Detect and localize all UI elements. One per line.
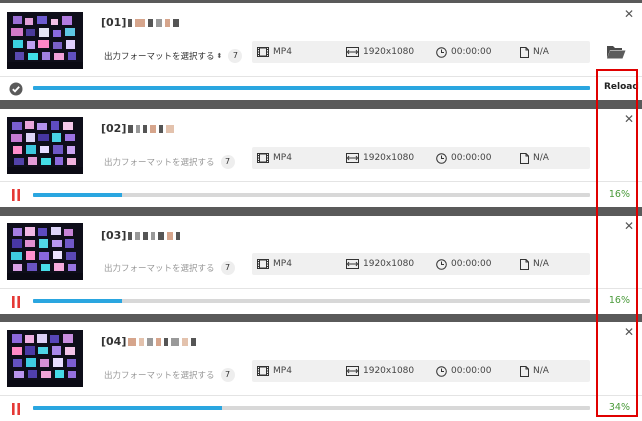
format-count-badge: 7 xyxy=(220,261,235,275)
download-item-1: [01] 出力フォーマットを選択する ⬍ 7 MP4 1920x1080 00:… xyxy=(0,3,642,100)
item-title: [04] xyxy=(101,335,197,348)
download-item-4: [04] 出力フォーマットを選択する 7 MP4 1920x1080 00:00… xyxy=(0,322,642,421)
container-info: MP4 xyxy=(257,147,292,169)
file-icon xyxy=(520,152,529,164)
size-info: N/A xyxy=(520,147,549,169)
progress-bar xyxy=(33,193,590,197)
duration-info: 00:00:00 xyxy=(436,147,491,169)
clock-icon xyxy=(436,365,447,377)
redacted-filename xyxy=(128,18,180,27)
resolution-icon xyxy=(346,366,359,376)
duration-info: 00:00:00 xyxy=(436,41,491,63)
resolution-info: 1920x1080 xyxy=(346,253,414,275)
size-info: N/A xyxy=(520,253,549,275)
media-info-bar: MP4 1920x1080 00:00:00 N/A xyxy=(252,253,590,275)
item-divider xyxy=(0,76,642,77)
item-divider xyxy=(0,395,642,396)
video-thumbnail xyxy=(7,117,83,174)
film-icon xyxy=(257,153,269,163)
resolution-info: 1920x1080 xyxy=(346,360,414,382)
video-thumbnail xyxy=(7,12,83,69)
pause-icon[interactable] xyxy=(9,294,23,308)
clock-icon xyxy=(436,258,447,270)
close-icon[interactable]: ✕ xyxy=(624,8,634,20)
progress-fill xyxy=(33,406,223,410)
item-divider xyxy=(0,181,642,182)
check-circle-icon xyxy=(9,81,23,96)
video-thumbnail xyxy=(7,223,83,280)
download-item-3: [03] 出力フォーマットを選択する 7 MP4 1920x1080 00:00… xyxy=(0,216,642,314)
duration-info: 00:00:00 xyxy=(436,360,491,382)
file-icon xyxy=(520,258,529,270)
pause-icon[interactable] xyxy=(9,187,23,201)
pause-icon[interactable] xyxy=(9,401,23,415)
duration-info: 00:00:00 xyxy=(436,253,491,275)
select-caret-icon: ⬍ xyxy=(216,52,223,60)
progress-fill xyxy=(33,86,590,90)
resolution-info: 1920x1080 xyxy=(346,41,414,63)
progress-bar xyxy=(33,406,590,410)
format-count-badge: 7 xyxy=(228,49,243,63)
redacted-filename xyxy=(128,231,181,240)
video-thumbnail xyxy=(7,330,83,387)
media-info-bar: MP4 1920x1080 00:00:00 N/A xyxy=(252,360,590,382)
film-icon xyxy=(257,259,269,269)
media-info-bar: MP4 1920x1080 00:00:00 N/A xyxy=(252,147,590,169)
progress-bar xyxy=(33,299,590,303)
container-info: MP4 xyxy=(257,41,292,63)
clock-icon xyxy=(436,152,447,164)
container-info: MP4 xyxy=(257,360,292,382)
progress-fill xyxy=(33,299,123,303)
format-count-badge: 7 xyxy=(220,155,235,169)
progress-fill xyxy=(33,193,123,197)
format-count-badge: 7 xyxy=(220,368,235,382)
resolution-icon xyxy=(346,153,359,163)
item-title: [02] xyxy=(101,122,175,135)
size-info: N/A xyxy=(520,41,549,63)
output-format-select[interactable]: 出力フォーマットを選択する 7 xyxy=(104,368,235,382)
redacted-filename xyxy=(128,337,197,346)
container-info: MP4 xyxy=(257,253,292,275)
output-format-select[interactable]: 出力フォーマットを選択する 7 xyxy=(104,155,235,169)
progress-bar xyxy=(33,86,590,90)
output-format-select[interactable]: 出力フォーマットを選択する ⬍ 7 xyxy=(104,49,243,63)
output-format-select[interactable]: 出力フォーマットを選択する 7 xyxy=(104,261,235,275)
item-divider xyxy=(0,288,642,289)
resolution-icon xyxy=(346,259,359,269)
download-item-2: [02] 出力フォーマットを選択する 7 MP4 1920x1080 00:00… xyxy=(0,109,642,207)
folder-open-icon[interactable] xyxy=(606,44,626,63)
resolution-icon xyxy=(346,47,359,57)
redacted-filename xyxy=(128,124,175,133)
resolution-info: 1920x1080 xyxy=(346,147,414,169)
film-icon xyxy=(257,47,269,57)
item-title: [03] xyxy=(101,229,181,242)
clock-icon xyxy=(436,46,447,58)
highlight-box xyxy=(596,69,638,417)
file-icon xyxy=(520,46,529,58)
file-icon xyxy=(520,365,529,377)
film-icon xyxy=(257,366,269,376)
item-title: [01] xyxy=(101,16,180,29)
size-info: N/A xyxy=(520,360,549,382)
media-info-bar: MP4 1920x1080 00:00:00 N/A xyxy=(252,41,590,63)
